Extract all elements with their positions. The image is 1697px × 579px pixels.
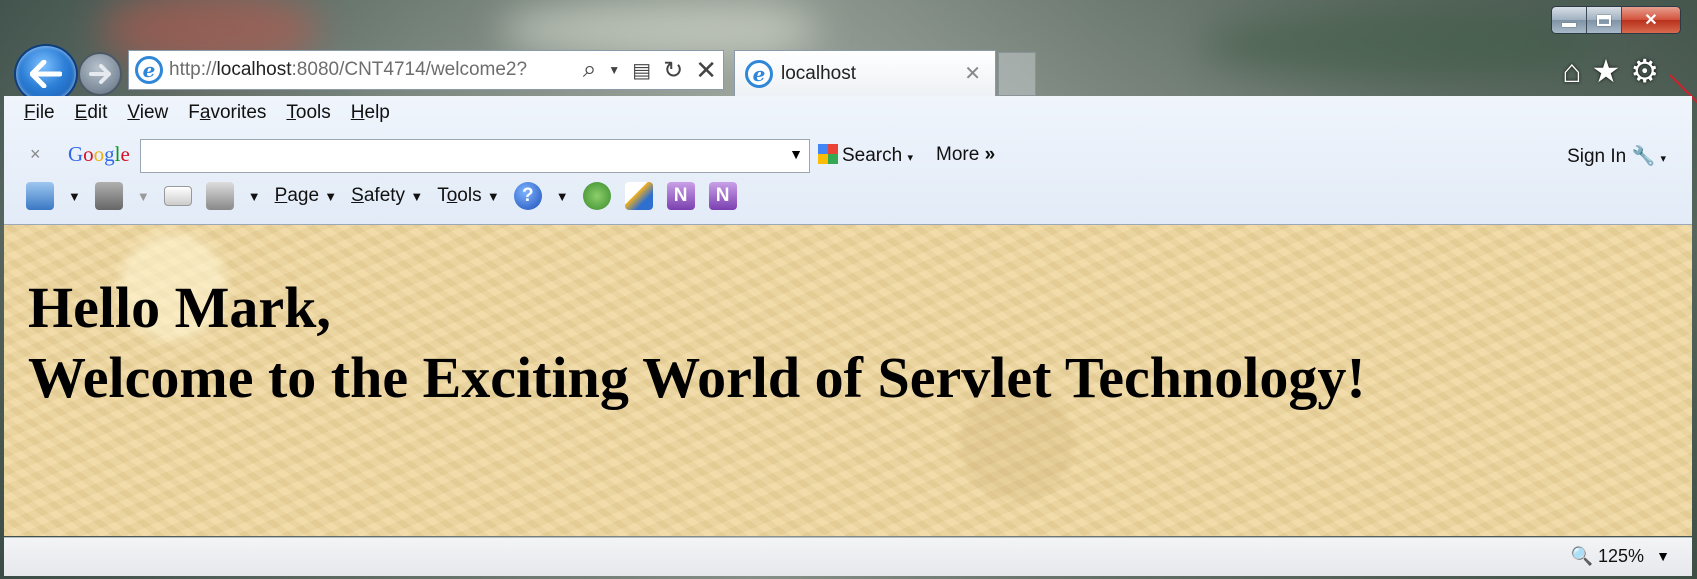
chevron-down-icon[interactable]: ▼ xyxy=(556,189,569,204)
menu-tools[interactable]: Tools xyxy=(286,102,330,124)
status-bar: 🔍 125% ▼ xyxy=(4,537,1692,576)
zoom-dropdown-icon[interactable]: ▼ xyxy=(1656,548,1670,564)
google-toolbar: × Google ▼ Search ▾ More » Sign In 🔧 ▾ xyxy=(4,136,1692,176)
google-toolbar-close-icon[interactable]: × xyxy=(30,144,41,165)
menu-bar: File Edit View Favorites Tools Help xyxy=(24,102,390,124)
menu-help[interactable]: Help xyxy=(351,102,390,124)
zoom-value: 125% xyxy=(1597,546,1644,566)
messenger-icon[interactable] xyxy=(582,182,611,210)
chevron-down-icon: ▾ xyxy=(907,152,914,164)
tab-localhost[interactable]: e localhost ✕ xyxy=(734,50,996,96)
rss-feed-icon[interactable] xyxy=(94,182,123,210)
page-content: Hello Mark, Welcome to the Exciting Worl… xyxy=(4,225,1692,536)
help-icon[interactable]: ? xyxy=(513,182,542,210)
greeting-line: Hello Mark, xyxy=(28,275,331,340)
chevron-down-icon[interactable]: ▼ xyxy=(68,189,81,204)
back-button[interactable] xyxy=(14,44,78,104)
chevron-down-icon[interactable]: ▼ xyxy=(137,189,150,204)
double-chevron-icon: » xyxy=(984,144,996,165)
google-search-dropdown-icon[interactable]: ▼ xyxy=(789,146,803,162)
home-icon[interactable] xyxy=(26,182,54,210)
sign-in-label: Sign In xyxy=(1567,146,1627,167)
chevron-down-icon: ▼ xyxy=(486,189,500,204)
close-window-button[interactable]: ✕ xyxy=(1622,7,1680,33)
onenote-linked-icon[interactable]: N xyxy=(708,182,737,210)
wrench-icon[interactable]: 🔧 xyxy=(1632,146,1656,167)
close-tab-icon[interactable]: ✕ xyxy=(964,61,981,86)
address-url[interactable]: http://localhost:8080/CNT4714/welcome2? xyxy=(169,59,577,81)
tab-title: localhost xyxy=(781,62,856,84)
menu-file[interactable]: File xyxy=(24,102,55,124)
minimize-icon xyxy=(1562,23,1576,27)
chevron-down-icon: ▼ xyxy=(410,189,424,204)
url-path: :8080/CNT4714/welcome2? xyxy=(291,59,528,80)
address-bar[interactable]: e http://localhost:8080/CNT4714/welcome2… xyxy=(128,50,724,90)
close-icon: ✕ xyxy=(1644,12,1658,29)
zoom-level[interactable]: 🔍 125% xyxy=(1571,546,1644,567)
home-icon[interactable]: ⌂ xyxy=(1562,52,1581,90)
zoom-icon: 🔍 xyxy=(1570,546,1593,566)
url-prefix: http:// xyxy=(169,59,217,80)
command-bar: ▼ ▼ ▼ Page ▼ Safety ▼ Tools ▼ ? ▼ N N xyxy=(26,182,737,210)
welcome-heading: Hello Mark, Welcome to the Exciting Worl… xyxy=(28,273,1366,413)
google-search-input[interactable]: ▼ xyxy=(140,139,810,173)
back-arrow-icon xyxy=(30,60,62,88)
favorites-star-icon[interactable]: ★ xyxy=(1592,52,1621,90)
google-more-button[interactable]: More » xyxy=(936,144,995,166)
url-host: localhost xyxy=(216,59,292,80)
welcome-line: Welcome to the Exciting World of Servlet… xyxy=(28,345,1366,410)
forward-arrow-icon xyxy=(89,64,111,84)
new-tab-button[interactable] xyxy=(998,52,1036,96)
menu-favorites[interactable]: Favorites xyxy=(188,102,266,124)
menu-edit[interactable]: Edit xyxy=(75,102,108,124)
google-search-label: Search xyxy=(842,145,903,166)
maximize-icon xyxy=(1597,14,1611,26)
onenote-send-icon[interactable]: N xyxy=(666,182,695,210)
google-sign-in-button[interactable]: Sign In 🔧 ▾ xyxy=(1567,144,1666,168)
google-search-button[interactable]: Search ▾ xyxy=(818,144,913,167)
chevron-down-icon: ▾ xyxy=(1660,153,1666,165)
tools-menu-button[interactable]: Tools ▼ xyxy=(437,185,500,207)
refresh-icon[interactable]: ↻ xyxy=(663,56,683,85)
ie-page-icon: e xyxy=(135,56,163,84)
chevron-down-icon[interactable]: ▼ xyxy=(248,189,261,204)
toolbars: File Edit View Favorites Tools Help × Go… xyxy=(4,96,1692,225)
compatibility-icon[interactable]: ▤ xyxy=(632,58,651,83)
browser-right-icons: ⌂ ★ ⚙ xyxy=(1562,52,1659,90)
window-controls: ✕ xyxy=(1551,6,1681,34)
stop-icon[interactable]: ✕ xyxy=(695,55,717,86)
print-icon[interactable] xyxy=(205,182,234,210)
background-blur xyxy=(1200,10,1600,80)
page-menu-button[interactable]: Page ▼ xyxy=(275,185,338,207)
gear-icon[interactable]: ⚙ xyxy=(1630,52,1659,90)
google-logo: Google xyxy=(68,142,130,166)
ie-tab-icon: e xyxy=(745,59,773,88)
search-icon[interactable]: ⌕ xyxy=(583,56,596,84)
safety-menu-button[interactable]: Safety ▼ xyxy=(351,185,423,207)
chevron-down-icon: ▼ xyxy=(324,189,338,204)
dropdown-icon[interactable]: ▼ xyxy=(608,63,620,77)
maximize-button[interactable] xyxy=(1587,7,1622,33)
google-search-icon xyxy=(818,144,838,164)
google-more-label: More xyxy=(936,144,980,165)
minimize-button[interactable] xyxy=(1552,7,1587,33)
read-mail-icon[interactable] xyxy=(163,186,192,206)
forward-button[interactable] xyxy=(78,52,122,96)
menu-view[interactable]: View xyxy=(127,102,168,124)
blog-pen-icon[interactable] xyxy=(624,182,653,210)
